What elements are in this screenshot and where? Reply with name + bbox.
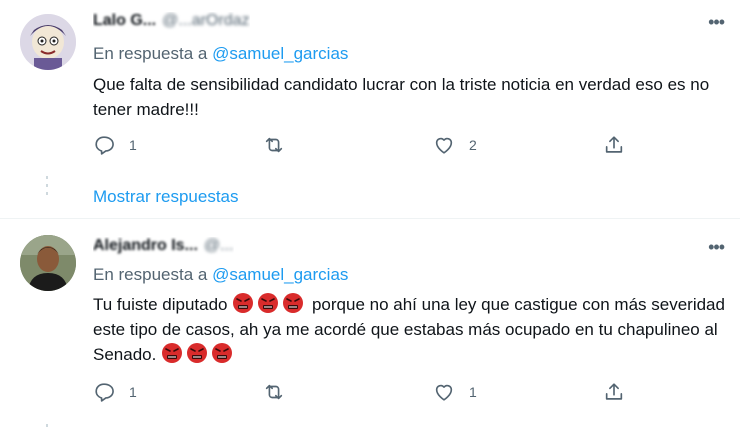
author-name[interactable]: Lalo G... [93, 12, 156, 29]
reply-count: 1 [129, 384, 137, 400]
share-icon [605, 136, 623, 153]
avatar[interactable] [20, 235, 76, 291]
show-replies-link[interactable]: Mostrar respuestas [93, 187, 239, 207]
share-button[interactable] [603, 134, 625, 156]
like-count: 2 [469, 137, 477, 153]
like-button[interactable]: 2 [433, 134, 477, 156]
reply-prefix: En respuesta a [93, 265, 208, 284]
angry-face-icon [258, 293, 279, 313]
author-name[interactable]: Alejandro Is... [93, 237, 198, 254]
angry-face-icon [283, 293, 304, 313]
author-handle[interactable]: @...arOrdaz [162, 12, 249, 29]
avatar-image [20, 14, 76, 70]
reply-context: En respuesta a @samuel_garcias [93, 44, 348, 64]
action-bar: 1 2 [93, 134, 633, 160]
like-icon [435, 384, 453, 401]
tweet-text: Que falta de sensibilidad candidato lucr… [93, 75, 710, 119]
more-icon[interactable]: ••• [708, 12, 725, 33]
angry-face-icon [233, 293, 254, 313]
avatar[interactable] [20, 14, 76, 70]
avatar-image [20, 235, 76, 291]
action-bar: 1 1 [93, 381, 633, 407]
thread-connector [45, 424, 49, 432]
author-line[interactable]: Alejandro Is... @... [93, 237, 234, 259]
tweet-text: Tu fuiste diputado porque no ahí una ley… [93, 292, 733, 367]
angry-face-icon [212, 343, 233, 363]
reply-icon [95, 136, 114, 155]
retweet-button[interactable] [263, 134, 299, 156]
like-icon [435, 137, 453, 154]
more-icon[interactable]: ••• [708, 237, 725, 258]
reply-mention-link[interactable]: @samuel_garcias [212, 44, 348, 63]
reply-icon [95, 383, 114, 402]
author-handle[interactable]: @... [204, 237, 234, 254]
tweet[interactable]: Lalo G... @...arOrdaz ••• En respuesta a … [0, 0, 740, 218]
author-line[interactable]: Lalo G... @...arOrdaz [93, 12, 250, 34]
like-button[interactable]: 1 [433, 381, 477, 403]
reply-mention-link[interactable]: @samuel_garcias [212, 265, 348, 284]
retweet-icon [265, 137, 283, 153]
share-icon [605, 383, 623, 400]
retweet-icon [265, 384, 283, 400]
reply-context: En respuesta a @samuel_garcias [93, 265, 348, 285]
like-count: 1 [469, 384, 477, 400]
share-button[interactable] [603, 381, 625, 403]
thread-connector [45, 176, 49, 200]
angry-emoji-group [232, 293, 307, 314]
tweet[interactable]: Alejandro Is... @... ••• En respuesta a @… [0, 219, 740, 434]
angry-face-icon [187, 343, 208, 363]
tweet-text-part: Tu fuiste diputado [93, 295, 233, 314]
angry-face-icon [162, 343, 183, 363]
angry-emoji-group [161, 343, 236, 364]
retweet-button[interactable] [263, 381, 299, 403]
reply-count: 1 [129, 137, 137, 153]
reply-button[interactable]: 1 [93, 134, 137, 156]
reply-prefix: En respuesta a [93, 44, 208, 63]
reply-button[interactable]: 1 [93, 381, 137, 403]
